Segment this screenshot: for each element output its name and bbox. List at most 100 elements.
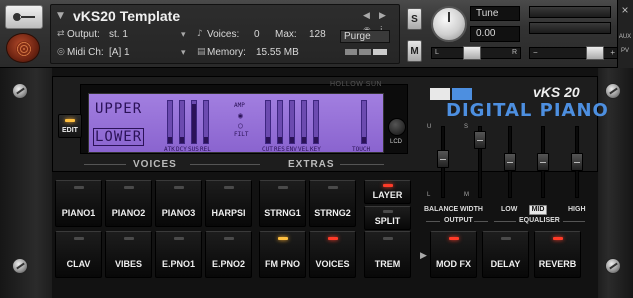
balance-fader-label: BALANCE [424,206,459,213]
eq-mid-button[interactable]: MID [529,205,547,215]
voice-button[interactable]: CLAV [55,231,102,278]
voice-button[interactable]: PIANO2 [105,180,152,227]
lcd-param-label: VEL [298,146,309,153]
plus-icon: + [610,48,615,57]
volume-slider-thumb[interactable] [586,46,604,60]
volume-slider[interactable]: − + [529,47,619,59]
divider [84,164,126,165]
lcd-extra-slider[interactable] [301,100,307,144]
divider [563,221,585,222]
wrench-icon[interactable] [5,5,43,29]
lcd-voice-slider[interactable] [191,100,197,144]
effect-button[interactable]: MOD FX [430,231,477,278]
slider-fill [168,136,172,143]
pan-slider-thumb[interactable] [463,46,481,60]
amp-radio-icon[interactable]: ◉ [238,111,243,120]
button-label: VIBES [114,259,142,269]
extra-button[interactable]: STRNG1 [259,180,306,227]
max-voices-value[interactable]: 128 [309,29,326,40]
purge-menu[interactable]: Purge [340,30,390,43]
lcd-voice-slider[interactable] [203,100,209,144]
lcd-touch-label: TOUCH [352,146,371,153]
lcd-touch-slider[interactable] [361,100,367,144]
lcd-extra-slider[interactable] [313,100,319,144]
midi-dropdown-icon[interactable]: ▾ [181,48,186,58]
split-button[interactable]: SPLIT [364,206,411,230]
button-label: STRNG1 [264,208,301,218]
lcd-extra-slider[interactable] [289,100,295,144]
effect-button[interactable]: TREM [364,231,411,278]
minus-icon: − [533,48,538,57]
tune-knob[interactable] [431,6,467,42]
lcd-lower[interactable]: LOWER [93,128,145,146]
lcd-contrast-knob[interactable] [388,118,406,136]
filt-radio-icon[interactable]: ○ [238,121,243,130]
divider [340,164,384,165]
voice-button[interactable]: E.PNO1 [155,231,202,278]
close-icon[interactable]: × [618,3,632,17]
extra-button[interactable]: VOICES [309,231,356,278]
button-label: TREM [374,259,401,269]
solo-button[interactable]: S [407,8,422,30]
slider-fill [278,136,282,143]
mid-fader-cap[interactable] [537,153,549,171]
button-led [449,237,459,240]
lcd-extra-slider[interactable] [265,100,271,144]
lcd-extra-slider[interactable] [277,100,283,144]
button-label: SPLIT [374,216,401,226]
button-led [224,237,234,240]
instrument-name[interactable]: vKS20 Template [73,8,180,24]
next-arrow-icon[interactable]: ▶ [379,11,386,21]
voice-button[interactable]: HARPSI [205,180,252,227]
tune-value[interactable]: 0.00 [470,26,520,42]
prev-arrow-icon[interactable]: ◀ [363,11,370,21]
output-icon: ⇄ [57,29,65,39]
edit-button[interactable]: EDIT [58,114,82,138]
pan-left-label: L [435,49,439,56]
midi-channel-select[interactable]: [A] 1 [109,47,130,58]
pan-right-label: R [511,49,517,56]
slider-fill [192,104,196,143]
slider-fill [362,136,366,143]
lcd-upper[interactable]: UPPER [93,100,144,118]
voice-button[interactable]: E.PNO2 [205,231,252,278]
balance-fader-cap[interactable] [437,150,449,168]
button-led [278,186,288,189]
slider-fill [180,136,184,143]
collapse-triangle-icon[interactable]: ▼ [57,11,64,21]
button-led [328,186,338,189]
divider [426,221,440,222]
effect-button[interactable]: DELAY [482,231,529,278]
width-fader-cap[interactable] [474,131,486,149]
button-led [383,210,393,213]
layer-button[interactable]: LAYER [364,180,411,204]
lcd-voice-slider[interactable] [179,100,185,144]
button-led [174,237,184,240]
instrument-info-panel: ▼ vKS20 Template ◀ ▶ ◉ i ⇄ Output: st. 1… [50,4,400,64]
equaliser-section-label: EQUALISER [519,217,560,224]
lcd-voice-slider[interactable] [167,100,173,144]
aux-button[interactable]: AUX [617,34,633,40]
logo-square-white [430,88,450,100]
extra-button[interactable]: STRNG2 [309,180,356,227]
low-fader-cap[interactable] [504,153,516,171]
extra-button[interactable]: FM PNO [259,231,306,278]
max-label: Max: [275,29,297,40]
width-fader-label: WIDTH [460,206,483,213]
output-dropdown-icon[interactable]: ▾ [181,30,186,40]
voice-button[interactable]: PIANO1 [55,180,102,227]
lcd-param-label: RES [274,146,285,153]
output-select[interactable]: st. 1 [109,29,128,40]
pv-button[interactable]: PV [617,48,633,54]
high-fader-cap[interactable] [571,153,583,171]
button-label: PIANO3 [161,208,196,218]
voice-button[interactable]: VIBES [105,231,152,278]
fader-scale-top: S [464,124,469,130]
button-label: REVERB [538,259,577,269]
effect-button[interactable]: REVERB [534,231,581,278]
lcd-param-label: CUT [262,146,273,153]
voice-button[interactable]: PIANO3 [155,180,202,227]
mute-button[interactable]: M [407,40,422,62]
lcd-amp: AMP [234,102,245,109]
button-label: E.PNO2 [211,259,245,269]
